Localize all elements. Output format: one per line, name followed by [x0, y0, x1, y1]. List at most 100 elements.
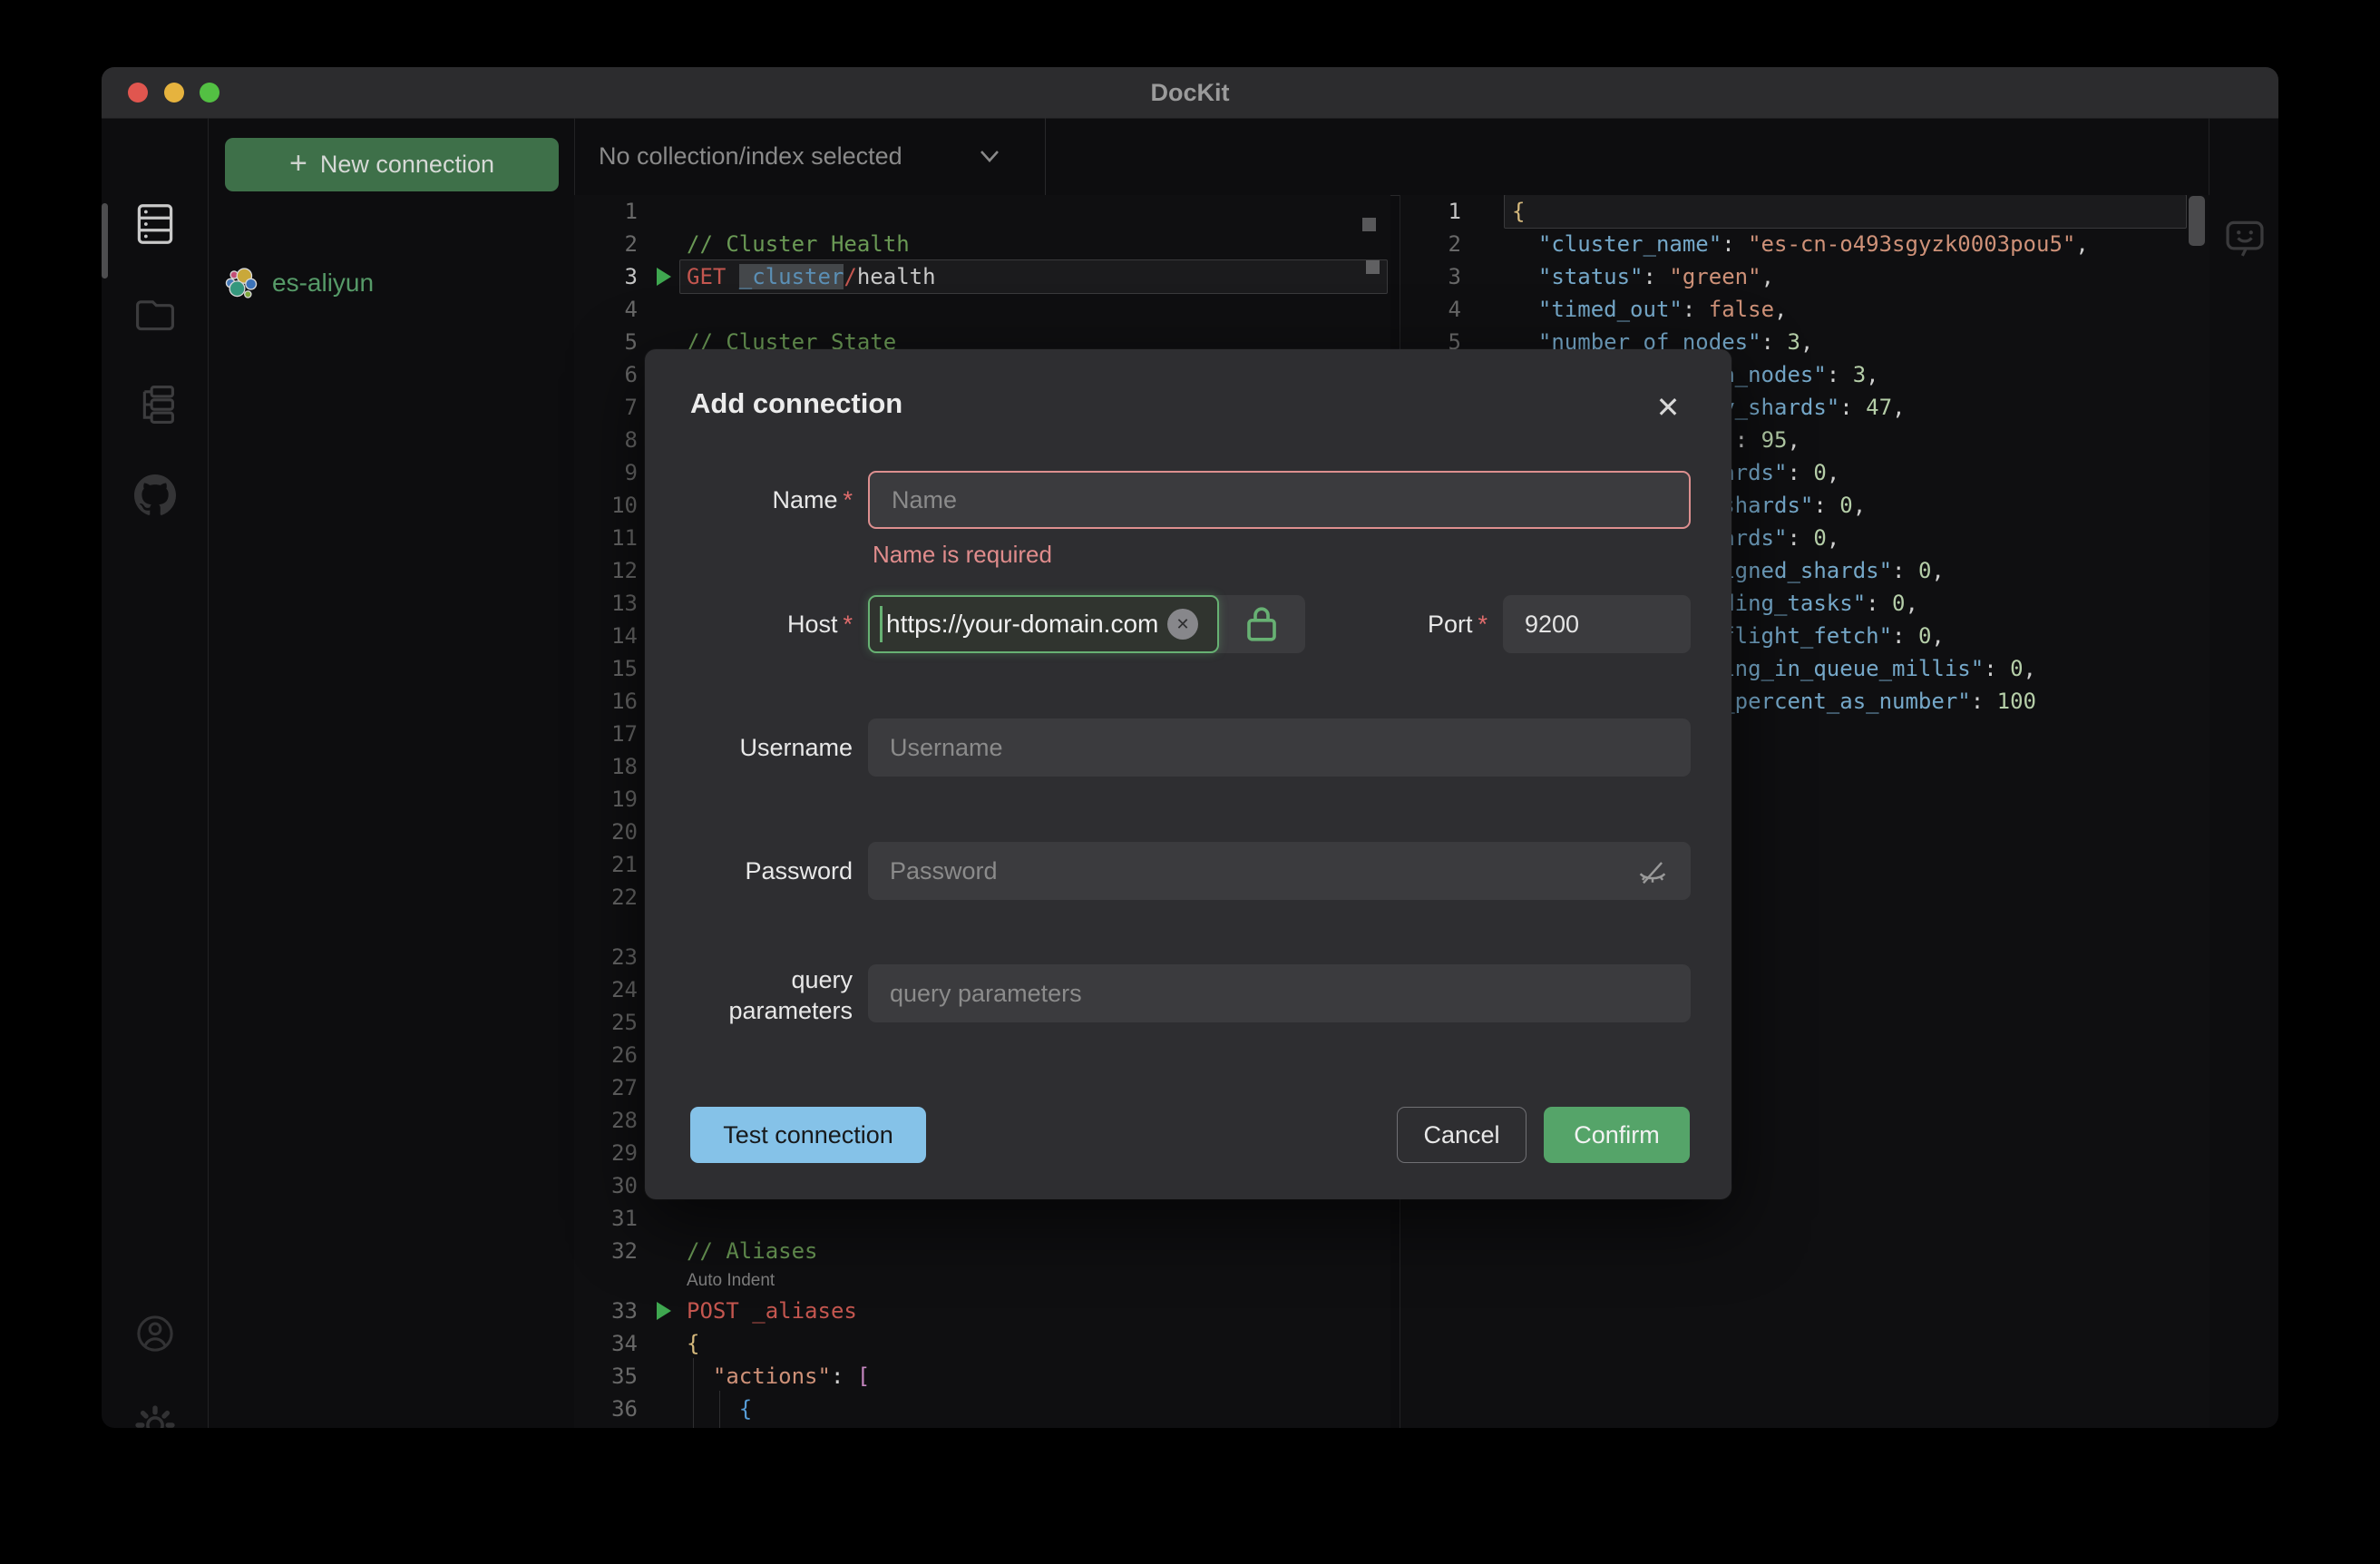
code-text: "status": "green",	[1537, 264, 1775, 289]
code-line[interactable]: 33 POST _aliases	[574, 1295, 1390, 1327]
close-window-button[interactable]	[128, 83, 148, 103]
line-number: 27	[611, 1075, 638, 1100]
code-line[interactable]: 35 "actions": [	[574, 1360, 1390, 1393]
host-input[interactable]	[868, 595, 1219, 653]
port-input[interactable]	[1503, 595, 1691, 653]
query-parameters-label: query parameters	[728, 966, 853, 1024]
connections-panel: + New connection es-aliyun	[209, 118, 575, 1428]
sidebar-rail	[102, 118, 209, 1428]
code-text: GET _cluster/health	[687, 264, 936, 289]
connections-icon[interactable]	[134, 203, 176, 245]
code-line[interactable]: 34 {	[574, 1327, 1390, 1360]
confirm-button[interactable]: Confirm	[1544, 1107, 1690, 1163]
code-text: // Aliases	[687, 1238, 818, 1264]
connection-item[interactable]: es-aliyun	[225, 256, 559, 310]
ssl-lock-icon[interactable]	[1234, 602, 1289, 646]
run-query-icon[interactable]	[657, 1302, 671, 1320]
collection-select[interactable]: No collection/index selected	[574, 118, 1046, 195]
line-number: 4	[1448, 297, 1461, 322]
line-number: 3	[624, 264, 638, 289]
query-parameters-input[interactable]	[868, 964, 1691, 1022]
code-text: "cluster_name": "es-cn-o493sgyzk0003pou5…	[1537, 231, 2089, 257]
code-text: "timed_out": false,	[1537, 297, 1788, 322]
code-line[interactable]: 1	[574, 195, 1390, 228]
line-number: 32	[611, 1238, 638, 1264]
github-icon[interactable]	[134, 474, 176, 516]
code-text: "actions": [	[712, 1364, 871, 1389]
line-number: 23	[611, 944, 638, 970]
line-number: 9	[624, 460, 638, 485]
line-number: 15	[611, 656, 638, 681]
new-connection-button[interactable]: + New connection	[225, 138, 559, 191]
code-line[interactable]: 2 "cluster_name": "es-cn-o493sgyzk0003po…	[1400, 228, 2209, 260]
username-label: Username	[739, 734, 853, 761]
text-caret	[880, 606, 883, 642]
current-line-highlight	[1504, 195, 2187, 229]
line-number: 7	[624, 395, 638, 420]
chevron-down-icon	[980, 151, 999, 162]
editor-topbar: No collection/index selected	[574, 118, 2209, 196]
line-number: 1	[624, 199, 638, 224]
name-error-text: Name is required	[873, 541, 1052, 568]
line-number: 28	[611, 1108, 638, 1133]
files-icon[interactable]	[134, 294, 176, 336]
line-number: 33	[611, 1298, 638, 1324]
settings-gear-icon[interactable]	[134, 1404, 176, 1428]
code-line[interactable]: 4 "timed_out": false,	[1400, 293, 2209, 326]
line-number: 19	[611, 787, 638, 812]
line-number: 34	[611, 1331, 638, 1356]
code-text: {	[738, 1396, 753, 1422]
port-label: Port *	[1427, 611, 1488, 638]
line-number: 11	[611, 525, 638, 551]
code-text: {	[1512, 199, 1526, 224]
line-number: 13	[611, 591, 638, 616]
password-input[interactable]	[868, 842, 1691, 900]
code-text: // Cluster Health	[687, 231, 910, 257]
name-input[interactable]	[868, 471, 1691, 529]
code-line[interactable]: 1{	[1400, 195, 2209, 229]
minimize-window-button[interactable]	[164, 83, 184, 103]
code-line[interactable]: 2 // Cluster Health	[574, 228, 1390, 260]
cancel-button[interactable]: Cancel	[1397, 1107, 1527, 1163]
code-line[interactable]: 32 // Aliases	[574, 1235, 1390, 1267]
collection-select-value: No collection/index selected	[599, 142, 902, 170]
line-number: 30	[611, 1173, 638, 1198]
password-label: Password	[745, 857, 853, 885]
feedback-column	[2209, 118, 2278, 1428]
user-icon[interactable]	[134, 1313, 176, 1354]
plus-icon: +	[289, 146, 307, 181]
run-query-icon[interactable]	[657, 268, 671, 286]
line-number: 35	[611, 1364, 638, 1389]
new-connection-label: New connection	[319, 151, 494, 178]
line-number: 14	[611, 623, 638, 649]
elasticsearch-logo-icon	[225, 268, 258, 298]
app-window: DocKit + New connection es-aliyun No col…	[102, 67, 2278, 1428]
line-number: 17	[611, 721, 638, 747]
code-line[interactable]: 3 "status": "green",	[1400, 260, 2209, 293]
line-number: 8	[624, 427, 638, 453]
toggle-password-visibility-icon[interactable]	[1635, 855, 1670, 889]
code-lens[interactable]: Auto Indent	[687, 1267, 775, 1295]
host-label: Host *	[786, 611, 853, 638]
line-number: 31	[611, 1206, 638, 1231]
line-number: 2	[1448, 231, 1461, 257]
test-connection-button[interactable]: Test connection	[690, 1107, 926, 1163]
username-input[interactable]	[868, 718, 1691, 777]
structure-tree-icon[interactable]	[134, 384, 176, 425]
zoom-window-button[interactable]	[200, 83, 219, 103]
clear-host-icon[interactable]: ✕	[1167, 609, 1198, 640]
add-connection-modal: Add connection ✕ Name* Name is required …	[645, 349, 1731, 1199]
required-asterisk: *	[1478, 611, 1488, 638]
code-line[interactable]: 4	[574, 293, 1390, 326]
code-line[interactable]: 36 {	[574, 1393, 1390, 1425]
feedback-smiley-icon[interactable]	[2224, 218, 2266, 259]
line-number: 10	[611, 493, 638, 518]
code-line[interactable]: 31	[574, 1202, 1390, 1235]
close-icon[interactable]: ✕	[1650, 389, 1686, 425]
line-number: 2	[624, 231, 638, 257]
connection-name: es-aliyun	[272, 269, 375, 297]
host-input-group: ✕	[868, 595, 1305, 653]
line-number: 22	[611, 885, 638, 910]
code-line[interactable]: 3 GET _cluster/health	[574, 259, 1390, 294]
line-number: 25	[611, 1010, 638, 1035]
